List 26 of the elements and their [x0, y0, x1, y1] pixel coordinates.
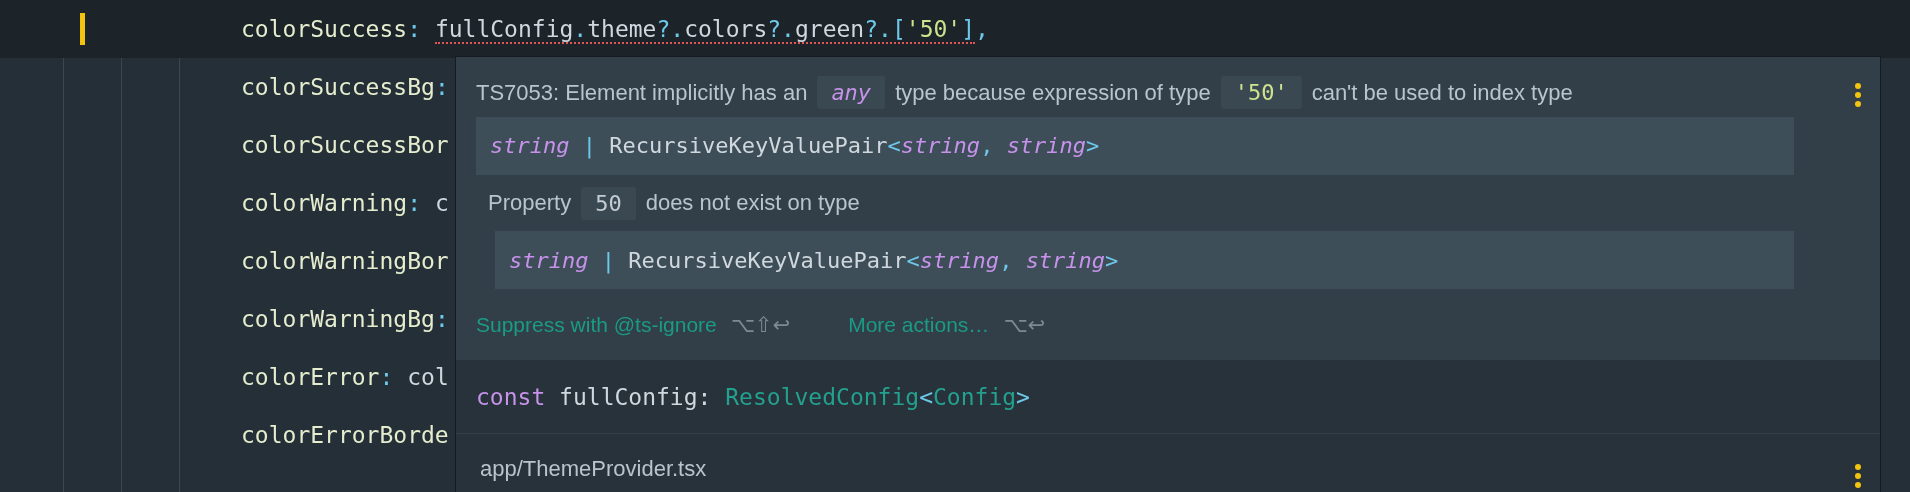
- code-line: colorWarningBg:: [241, 306, 449, 332]
- code-line: colorWarning: c: [241, 190, 449, 216]
- type-code-block: string | RecursiveKeyValuePair<string, string>: [495, 231, 1794, 290]
- code-line: colorError: col: [241, 364, 449, 390]
- type-code-block: string | RecursiveKeyValuePair<string, string>: [476, 116, 1794, 176]
- code-line: colorSuccessBg:: [241, 74, 449, 100]
- action-link[interactable]: Suppress with @ts-ignore: [476, 312, 717, 337]
- error-message: type because expression of type: [895, 79, 1211, 106]
- error-message: can't be used to index type: [1311, 79, 1573, 106]
- shortcut-hint: ⌥⇧↩: [730, 312, 791, 337]
- inline-code: '50': [1220, 76, 1302, 110]
- code-line: colorSuccessBor: [241, 132, 449, 158]
- action-link[interactable]: More actions…: [848, 312, 990, 337]
- error-detail: does not exist on type: [645, 190, 860, 217]
- code-line: colorSuccess: fullConfig.theme?.colors?.green?.['50'],: [241, 16, 989, 42]
- shortcut-hint: ⌥↩: [1003, 312, 1046, 337]
- declaration-code: const fullConfig: ResolvedConfig<Config>: [476, 383, 1030, 410]
- file-path[interactable]: app/ThemeProvider.tsx: [480, 456, 707, 482]
- inline-code: any: [817, 76, 886, 110]
- more-options-icon[interactable]: [1854, 83, 1862, 107]
- inline-code: 50: [581, 186, 636, 220]
- more-options-icon[interactable]: [1854, 464, 1862, 488]
- code-line: colorWarningBor: [241, 248, 449, 274]
- code-line: colorErrorBorde: [241, 422, 449, 448]
- error-detail: Property: [488, 190, 572, 217]
- error-message: TS7053: Element implicitly has an: [476, 79, 808, 106]
